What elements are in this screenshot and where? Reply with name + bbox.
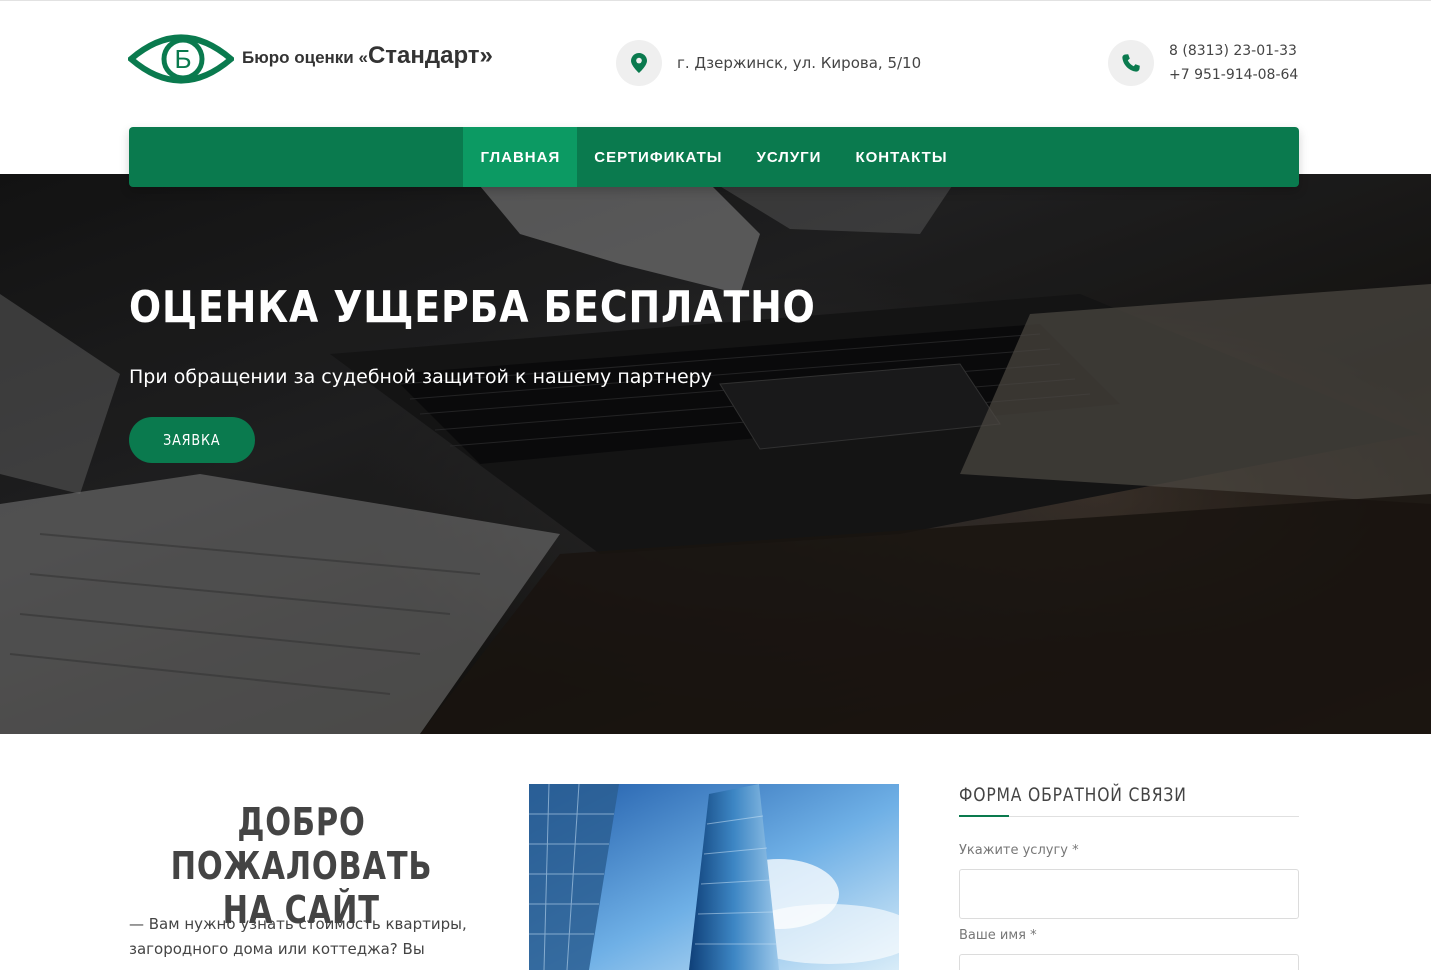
phone-number-1[interactable]: 8 (8313) 23-01-33 — [1169, 39, 1298, 63]
main-nav: ГЛАВНАЯ СЕРТИФИКАТЫ УСЛУГИ КОНТАКТЫ — [129, 127, 1299, 187]
hero-title: ОЦЕНКА УЩЕРБА БЕСПЛАТНО — [129, 282, 816, 333]
site-logo[interactable]: Б Бюро оценки «Стандарт» — [128, 27, 528, 91]
feedback-form-title: ФОРМА ОБРАТНОЙ СВЯЗИ — [959, 784, 1187, 806]
building-photo — [529, 784, 899, 970]
phone-block: 8 (8313) 23-01-33 +7 951-914-08-64 — [1108, 39, 1298, 87]
phone-number-2[interactable]: +7 951-914-08-64 — [1169, 63, 1298, 87]
name-label: Ваше имя * — [959, 928, 1037, 943]
form-title-accent — [959, 815, 1009, 817]
form-title-divider — [959, 816, 1299, 817]
address-text: г. Дзержинск, ул. Кирова, 5/10 — [677, 54, 922, 72]
request-button-label: ЗАЯВКА — [163, 431, 221, 449]
svg-text:Б: Б — [174, 44, 191, 74]
address-block: г. Дзержинск, ул. Кирова, 5/10 — [616, 40, 921, 86]
nav-item-certificates[interactable]: СЕРТИФИКАТЫ — [577, 127, 739, 187]
phone-icon — [1108, 40, 1154, 86]
service-label: Укажите услугу * — [959, 843, 1079, 858]
hero-subtitle: При обращении за судебной защитой к наше… — [129, 366, 712, 388]
welcome-text: — Вам нужно узнать стоимость квартиры, з… — [129, 915, 467, 970]
service-input[interactable] — [959, 869, 1299, 919]
hero-banner: ОЦЕНКА УЩЕРБА БЕСПЛАТНО При обращении за… — [0, 174, 1431, 734]
phone-numbers: 8 (8313) 23-01-33 +7 951-914-08-64 — [1169, 39, 1298, 87]
nav-item-services[interactable]: УСЛУГИ — [740, 127, 839, 187]
brand-name: Бюро оценки «Стандарт» — [242, 42, 493, 69]
request-button[interactable]: ЗАЯВКА — [129, 417, 255, 463]
name-input[interactable] — [959, 954, 1299, 970]
nav-item-home[interactable]: ГЛАВНАЯ — [463, 127, 578, 187]
nav-item-contacts[interactable]: КОНТАКТЫ — [838, 127, 964, 187]
eye-logo-icon: Б — [128, 34, 234, 84]
map-pin-icon — [616, 40, 662, 86]
